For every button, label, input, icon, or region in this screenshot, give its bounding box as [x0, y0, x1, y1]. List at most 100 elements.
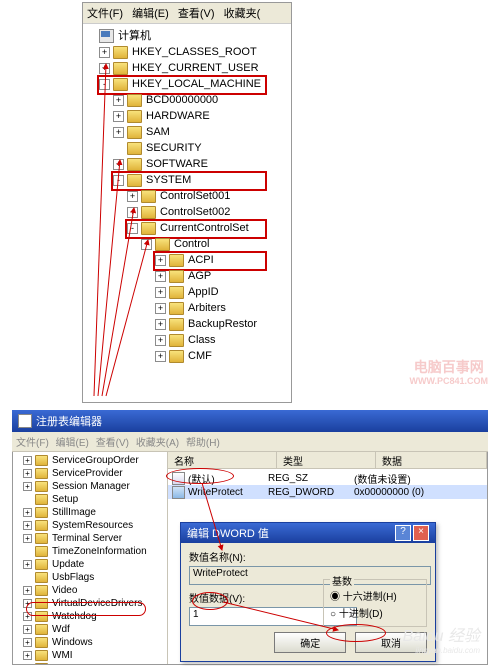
expand-icon[interactable]: +	[113, 159, 124, 170]
list-body[interactable]: (默认)REG_SZ(数值未设置)WriteProtectREG_DWORD0x…	[168, 469, 487, 501]
tree-item[interactable]: +SystemResources	[15, 519, 167, 532]
tree-label: Watchdog	[52, 610, 97, 623]
tree-item[interactable]: +Session Manager	[15, 480, 167, 493]
tree-item[interactable]: +HARDWARE	[85, 108, 291, 124]
ok-button[interactable]: 确定	[274, 632, 346, 653]
menu-edit[interactable]: 编辑(E)	[56, 438, 89, 449]
tree-item[interactable]: +ControlSet001	[85, 188, 291, 204]
tree-item[interactable]: +ServiceGroupOrder	[15, 454, 167, 467]
list-row[interactable]: WriteProtectREG_DWORD0x00000000 (0)	[168, 485, 487, 499]
expand-icon[interactable]: +	[155, 287, 166, 298]
expand-icon[interactable]: +	[113, 127, 124, 138]
expand-icon[interactable]: +	[127, 207, 138, 218]
tree-item[interactable]: TimeZoneInformation	[15, 545, 167, 558]
tree-label: Class	[188, 332, 216, 348]
expand-icon[interactable]: +	[23, 560, 32, 569]
expand-icon[interactable]: +	[23, 508, 32, 517]
tree-root[interactable]: 计算机	[85, 28, 291, 44]
tree-item[interactable]: Setup	[15, 493, 167, 506]
tree-item[interactable]: +Terminal Server	[15, 532, 167, 545]
tree-item[interactable]: -CurrentControlSet	[85, 220, 291, 236]
expand-icon[interactable]: +	[23, 469, 32, 478]
tree-item[interactable]: +Arbiters	[85, 300, 291, 316]
menu-help[interactable]: 帮助(H)	[186, 438, 220, 449]
expand-icon[interactable]: +	[99, 63, 110, 74]
expand-icon[interactable]: +	[155, 335, 166, 346]
registry-tree[interactable]: +ServiceGroupOrder+ServiceProvider+Sessi…	[13, 452, 168, 664]
radio-hex[interactable]: ◉ 十六进制(H)	[330, 588, 420, 603]
expand-icon[interactable]: +	[155, 303, 166, 314]
tree-item[interactable]: +HKEY_CURRENT_USER	[85, 60, 291, 76]
expand-icon[interactable]: +	[113, 95, 124, 106]
tree-item[interactable]: +AGP	[85, 268, 291, 284]
expand-icon[interactable]: +	[155, 351, 166, 362]
tree-item[interactable]: +Wdf	[15, 623, 167, 636]
col-type[interactable]: 类型	[277, 452, 376, 468]
expand-icon[interactable]: +	[155, 271, 166, 282]
cancel-button[interactable]: 取消	[355, 632, 427, 653]
expand-icon[interactable]: +	[23, 612, 32, 621]
tree-item[interactable]: +Update	[15, 558, 167, 571]
tree-item[interactable]: +ControlSet002	[85, 204, 291, 220]
help-button[interactable]: ?	[395, 525, 411, 541]
expand-icon[interactable]: +	[113, 111, 124, 122]
tree-item[interactable]: SECURITY	[85, 140, 291, 156]
folder-icon	[127, 126, 142, 139]
tree-item[interactable]: + BackupRestor	[85, 316, 291, 332]
menu-file[interactable]: 文件(F)	[87, 8, 123, 20]
menu-edit[interactable]: 编辑(E)	[132, 8, 169, 20]
expand-icon[interactable]: -	[113, 175, 124, 186]
close-button[interactable]: ×	[413, 525, 429, 541]
tree-item[interactable]: -SYSTEM	[85, 172, 291, 188]
expand-icon[interactable]: +	[155, 319, 166, 330]
tree-item[interactable]: -Control	[85, 236, 291, 252]
tree-item[interactable]: +Video	[15, 584, 167, 597]
col-name[interactable]: 名称	[168, 452, 277, 468]
tree-item[interactable]: -HKEY_LOCAL_MACHINE	[85, 76, 291, 92]
expand-icon[interactable]: +	[23, 482, 32, 491]
dialog-titlebar[interactable]: 编辑 DWORD 值 ? ×	[181, 523, 435, 543]
expand-icon[interactable]: +	[99, 47, 110, 58]
expand-icon[interactable]: -	[141, 239, 152, 250]
tree-item[interactable]: + WMI	[15, 649, 167, 662]
tree-item[interactable]: +CMF	[85, 348, 291, 364]
tree-label: BackupRestor	[188, 316, 257, 332]
expand-icon[interactable]: +	[127, 191, 138, 202]
tree-item[interactable]: + Class	[85, 332, 291, 348]
expand-icon[interactable]: +	[155, 255, 166, 266]
expand-icon[interactable]: +	[23, 651, 32, 660]
tree-item[interactable]: +HKEY_CLASSES_ROOT	[85, 44, 291, 60]
menu-view[interactable]: 查看(V)	[178, 8, 215, 20]
list-row[interactable]: (默认)REG_SZ(数值未设置)	[168, 471, 487, 485]
expand-icon[interactable]: -	[127, 223, 138, 234]
expand-icon[interactable]: +	[23, 586, 32, 595]
menu-fav[interactable]: 收藏夹(	[224, 8, 261, 20]
tree-item[interactable]: -WOW	[15, 662, 167, 664]
expand-icon[interactable]: +	[23, 456, 32, 465]
tree-label: WMI	[52, 649, 73, 662]
tree-item[interactable]: +ServiceProvider	[15, 467, 167, 480]
menu-fav[interactable]: 收藏夹(A)	[136, 438, 179, 449]
tree-item[interactable]: +SAM	[85, 124, 291, 140]
tree-item[interactable]: +StillImage	[15, 506, 167, 519]
menu-file[interactable]: 文件(F)	[16, 438, 49, 449]
tree-item[interactable]: + Watchdog	[15, 610, 167, 623]
expand-icon[interactable]: +	[23, 521, 32, 530]
expand-icon[interactable]: +	[23, 534, 32, 543]
tree-item[interactable]: +BCD00000000	[85, 92, 291, 108]
expand-icon[interactable]: +	[23, 625, 32, 634]
expand-icon[interactable]: +	[23, 599, 32, 608]
col-data[interactable]: 数据	[376, 452, 487, 468]
menu-view[interactable]: 查看(V)	[96, 438, 129, 449]
tree-item[interactable]: +Windows	[15, 636, 167, 649]
radio-dec[interactable]: ○ 十进制(D)	[330, 605, 420, 620]
expand-icon[interactable]: -	[99, 79, 110, 90]
menu-bar: 文件(F) 编辑(E) 查看(V) 收藏夹(	[83, 3, 291, 24]
expand-icon[interactable]: +	[23, 638, 32, 647]
registry-tree[interactable]: 计算机 +HKEY_CLASSES_ROOT+HKEY_CURRENT_USER…	[83, 24, 291, 364]
tree-item[interactable]: +AppID	[85, 284, 291, 300]
tree-item[interactable]: UsbFlags	[15, 571, 167, 584]
tree-item[interactable]: +SOFTWARE	[85, 156, 291, 172]
tree-item[interactable]: +ACPI	[85, 252, 291, 268]
tree-item[interactable]: +VirtualDeviceDrivers	[15, 597, 167, 610]
